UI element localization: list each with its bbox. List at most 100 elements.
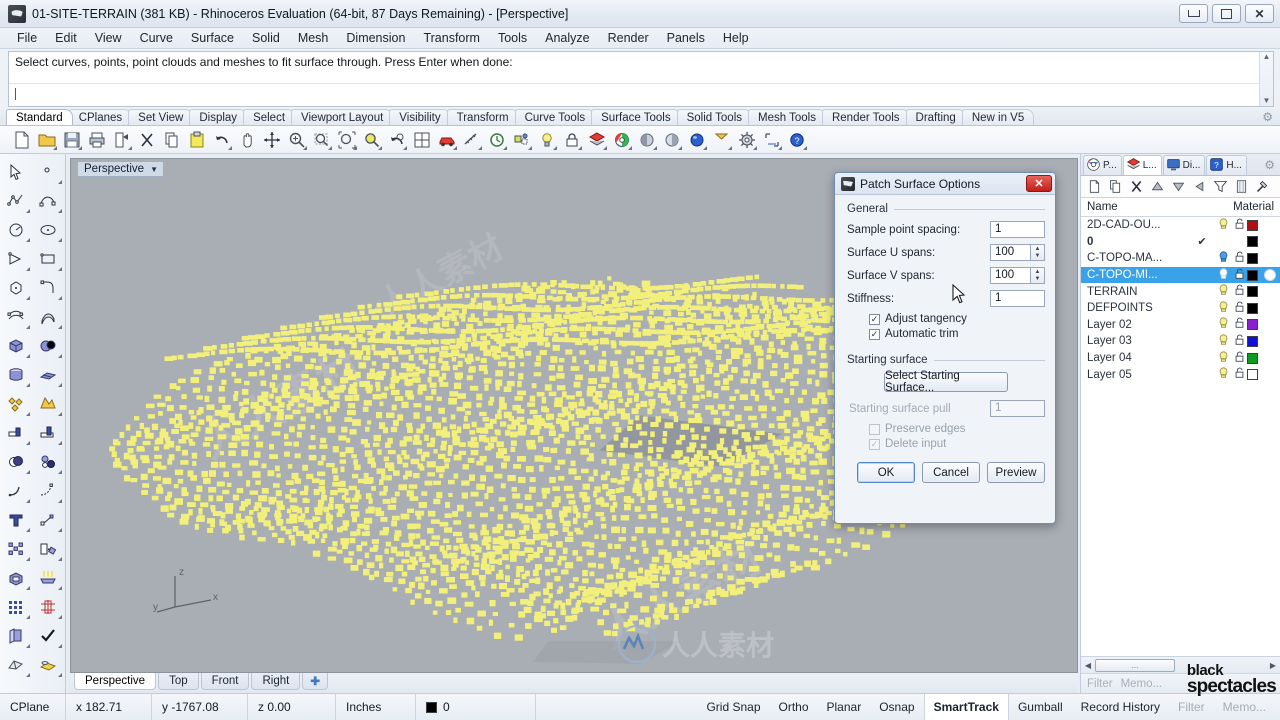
light-bulb-icon[interactable]	[1215, 218, 1231, 233]
join-icon[interactable]	[32, 389, 64, 418]
layer-row[interactable]: Layer 05	[1081, 366, 1280, 383]
menu-curve[interactable]: Curve	[131, 29, 182, 47]
menu-panels[interactable]: Panels	[658, 29, 714, 47]
panel-tab-help[interactable]: ? H...	[1206, 155, 1247, 175]
blend-curve-icon[interactable]	[32, 476, 64, 505]
current-layer-check-icon[interactable]: ✔	[1189, 235, 1215, 248]
menu-mesh[interactable]: Mesh	[289, 29, 338, 47]
command-input[interactable]	[9, 84, 1273, 106]
boolean-union-icon[interactable]	[0, 447, 32, 476]
memory-label[interactable]: Memo...	[1121, 678, 1163, 690]
trim-icon[interactable]	[0, 418, 32, 447]
solid-tools-icon[interactable]	[0, 563, 32, 592]
layer-list[interactable]: 2D-CAD-OU... 0 ✔ C-TOPO-MA... C-TOPO-MI... TE…	[1081, 217, 1280, 656]
zoom-previous-icon[interactable]	[385, 128, 409, 152]
cplane-icon[interactable]	[760, 128, 784, 152]
lock-icon[interactable]	[1231, 251, 1247, 266]
save-icon[interactable]	[60, 128, 84, 152]
surface-u-spans-input[interactable]: 100	[990, 244, 1031, 261]
move-up-icon[interactable]	[1148, 177, 1167, 196]
toggle-filter[interactable]: Filter	[1169, 694, 1214, 720]
plus-icon[interactable]: ✚	[302, 673, 328, 690]
scroll-left-icon[interactable]: ◀	[1081, 661, 1095, 670]
move-down-icon[interactable]	[1169, 177, 1188, 196]
light-bulb-icon[interactable]	[535, 128, 559, 152]
layer-row[interactable]: C-TOPO-MA...	[1081, 250, 1280, 267]
status-cplane[interactable]: CPlane	[0, 694, 66, 720]
status-units[interactable]: Inches	[336, 694, 416, 720]
lock-icon[interactable]	[1231, 351, 1247, 366]
mesh-icon[interactable]	[0, 650, 32, 679]
cylinder-icon[interactable]	[0, 360, 32, 389]
options-gear-icon[interactable]	[735, 128, 759, 152]
layer-color-swatch[interactable]	[1247, 302, 1258, 314]
panel-tab-properties[interactable]: P...	[1083, 155, 1122, 175]
array-icon[interactable]	[0, 534, 32, 563]
adjust-tangency-row[interactable]: ✓ Adjust tangency	[847, 313, 1045, 325]
circle-icon[interactable]	[0, 215, 32, 244]
gear-icon[interactable]: ⚙	[1262, 110, 1273, 124]
layer-row[interactable]: TERRAIN	[1081, 283, 1280, 300]
layers-icon[interactable]	[585, 128, 609, 152]
scroll-down-icon[interactable]: ▼	[1263, 96, 1271, 106]
toolbar-tab-standard[interactable]: Standard	[6, 109, 73, 125]
ok-button[interactable]: OK	[857, 462, 915, 483]
check-icon[interactable]	[32, 621, 64, 650]
explode-icon[interactable]	[0, 389, 32, 418]
delete-layer-icon[interactable]	[1127, 177, 1146, 196]
layer-color-swatch[interactable]	[1247, 269, 1258, 281]
menu-render[interactable]: Render	[599, 29, 658, 47]
filter-icon[interactable]	[1211, 177, 1230, 196]
preview-button[interactable]: Preview	[987, 462, 1045, 483]
toggle-record-history[interactable]: Record History	[1072, 694, 1169, 720]
print-icon[interactable]	[85, 128, 109, 152]
automatic-trim-checkbox[interactable]: ✓	[869, 328, 880, 340]
light-bulb-icon[interactable]	[1215, 301, 1231, 316]
lock-icon[interactable]	[1231, 317, 1247, 332]
render-car-icon[interactable]	[435, 128, 459, 152]
toolbar-tab-viewport-layout[interactable]: Viewport Layout	[291, 109, 394, 125]
toggle-osnap[interactable]: Osnap	[870, 694, 923, 720]
toolbar-tab-select[interactable]: Select	[243, 109, 296, 125]
adjust-tangency-checkbox[interactable]: ✓	[869, 313, 880, 325]
material-swatch[interactable]	[1264, 269, 1276, 282]
stepper-down-icon[interactable]: ▼	[1031, 276, 1044, 284]
minimize-icon[interactable]	[1179, 4, 1208, 23]
toolbar-tab-set-view[interactable]: Set View	[128, 109, 194, 125]
maximize-icon[interactable]	[1212, 4, 1241, 23]
layer-color-swatch[interactable]	[1247, 352, 1258, 364]
viewport-tab-top[interactable]: Top	[158, 673, 199, 690]
toolbar-tab-new-in-v5[interactable]: New in V5	[961, 109, 1035, 125]
grid-icon[interactable]	[0, 592, 32, 621]
viewport-tab-front[interactable]: Front	[200, 673, 250, 690]
ellipse-icon[interactable]	[32, 215, 64, 244]
light-bulb-icon[interactable]	[1215, 334, 1231, 349]
light-bulb-icon[interactable]	[1215, 367, 1231, 382]
toggle-planar[interactable]: Planar	[818, 694, 871, 720]
layer-row[interactable]: Layer 03	[1081, 333, 1280, 350]
layer-row[interactable]: DEFPOINTS	[1081, 300, 1280, 317]
undo-icon[interactable]	[210, 128, 234, 152]
analyze-icon[interactable]	[32, 592, 64, 621]
menu-edit[interactable]: Edit	[46, 29, 86, 47]
menu-analyze[interactable]: Analyze	[536, 29, 598, 47]
cancel-button[interactable]: Cancel	[922, 462, 980, 483]
transform-box-icon[interactable]	[32, 534, 64, 563]
polyline-icon[interactable]	[0, 186, 32, 215]
menu-help[interactable]: Help	[714, 29, 758, 47]
text-icon[interactable]	[0, 505, 32, 534]
tools-hammer-icon[interactable]	[1253, 177, 1272, 196]
boolean-difference-icon[interactable]	[32, 447, 64, 476]
zoom-in-icon[interactable]	[285, 128, 309, 152]
new-file-icon[interactable]	[10, 128, 34, 152]
toolbar-tab-render-tools[interactable]: Render Tools	[821, 109, 910, 125]
select-starting-surface-button[interactable]: Select Starting Surface...	[884, 370, 1008, 394]
copy-icon[interactable]	[160, 128, 184, 152]
panel-tab-layers[interactable]: L...	[1122, 155, 1162, 175]
surface-v-spans-input[interactable]: 100	[990, 267, 1031, 284]
layer-color-swatch[interactable]	[1247, 286, 1258, 298]
toolbar-tab-mesh-tools[interactable]: Mesh Tools	[748, 109, 826, 125]
extrude-surface-icon[interactable]	[32, 302, 64, 331]
zoom-extents-icon[interactable]	[335, 128, 359, 152]
layer-row[interactable]: Layer 02	[1081, 317, 1280, 334]
